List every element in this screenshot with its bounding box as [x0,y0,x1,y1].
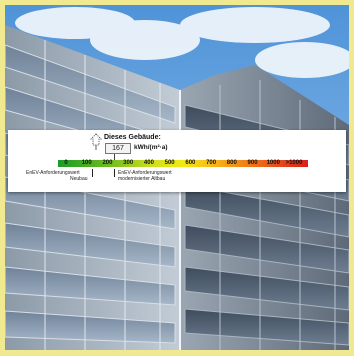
reference-new-arrow [92,169,93,177]
energy-label-card: Dieses Gebäude: 167 kWh/(m²·a) 0 100 200 30… [8,130,346,192]
energy-unit: kWh/(m²·a) [134,144,168,151]
scale-tick: 400 [143,160,154,166]
scale-tick: 500 [164,160,175,166]
scale-tick: 700 [206,160,217,166]
scale-tick: 1000 [266,160,280,166]
reference-modernized-sublabel: modernisierter Altbau [118,176,166,182]
scale-tick: 600 [185,160,196,166]
energy-value: 167 [105,143,131,154]
reference-modernized-arrow [114,169,115,177]
scale-ticks: 0 100 200 300 400 500 600 700 800 900 1000 >1000 [58,158,308,169]
house-marker-icon [90,133,102,150]
scale-tick: 100 [81,160,92,166]
reference-new-sublabel: Neubau [70,176,88,182]
scale-tick: 800 [226,160,237,166]
scale-tick: 300 [123,160,134,166]
scale-tick: >1000 [285,160,303,166]
label-title: Dieses Gebäude: [104,134,161,141]
scale-tick: 200 [102,160,113,166]
scale-tick: 900 [247,160,258,166]
scale-tick: 0 [64,160,68,166]
